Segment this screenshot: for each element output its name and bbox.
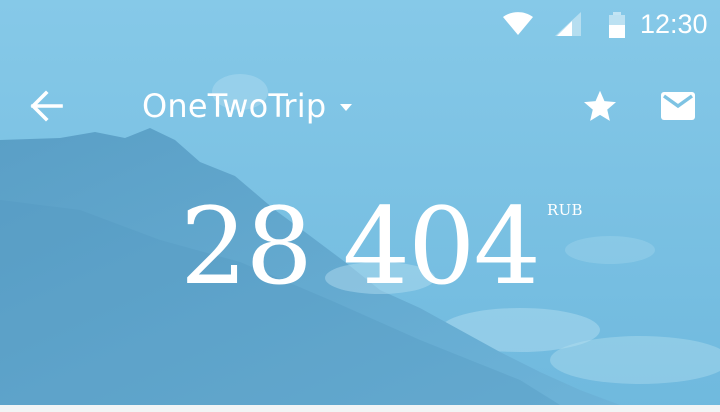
flight-price-header: 12:30 OneTwoTrip 28 404 RUB [0, 0, 720, 412]
title-dropdown[interactable]: OneTwoTrip [142, 86, 353, 126]
favorite-button[interactable] [578, 84, 622, 128]
bottom-divider [0, 405, 720, 412]
status-bar: 12:30 [0, 0, 720, 48]
battery-icon [609, 12, 625, 38]
price-amount: 28 404 [180, 185, 541, 308]
mail-icon [661, 92, 695, 120]
status-bar-clock: 12:30 [640, 9, 708, 39]
wifi-icon [503, 12, 533, 35]
toolbar: OneTwoTrip [0, 72, 720, 140]
back-button[interactable] [22, 84, 72, 128]
back-arrow-icon [30, 90, 63, 122]
dropdown-arrow-icon [340, 104, 353, 111]
app-title: OneTwoTrip [142, 87, 327, 125]
email-button[interactable] [655, 84, 701, 128]
cellular-signal-icon [555, 12, 581, 36]
price-currency: RUB [547, 201, 583, 219]
star-icon [584, 90, 616, 121]
